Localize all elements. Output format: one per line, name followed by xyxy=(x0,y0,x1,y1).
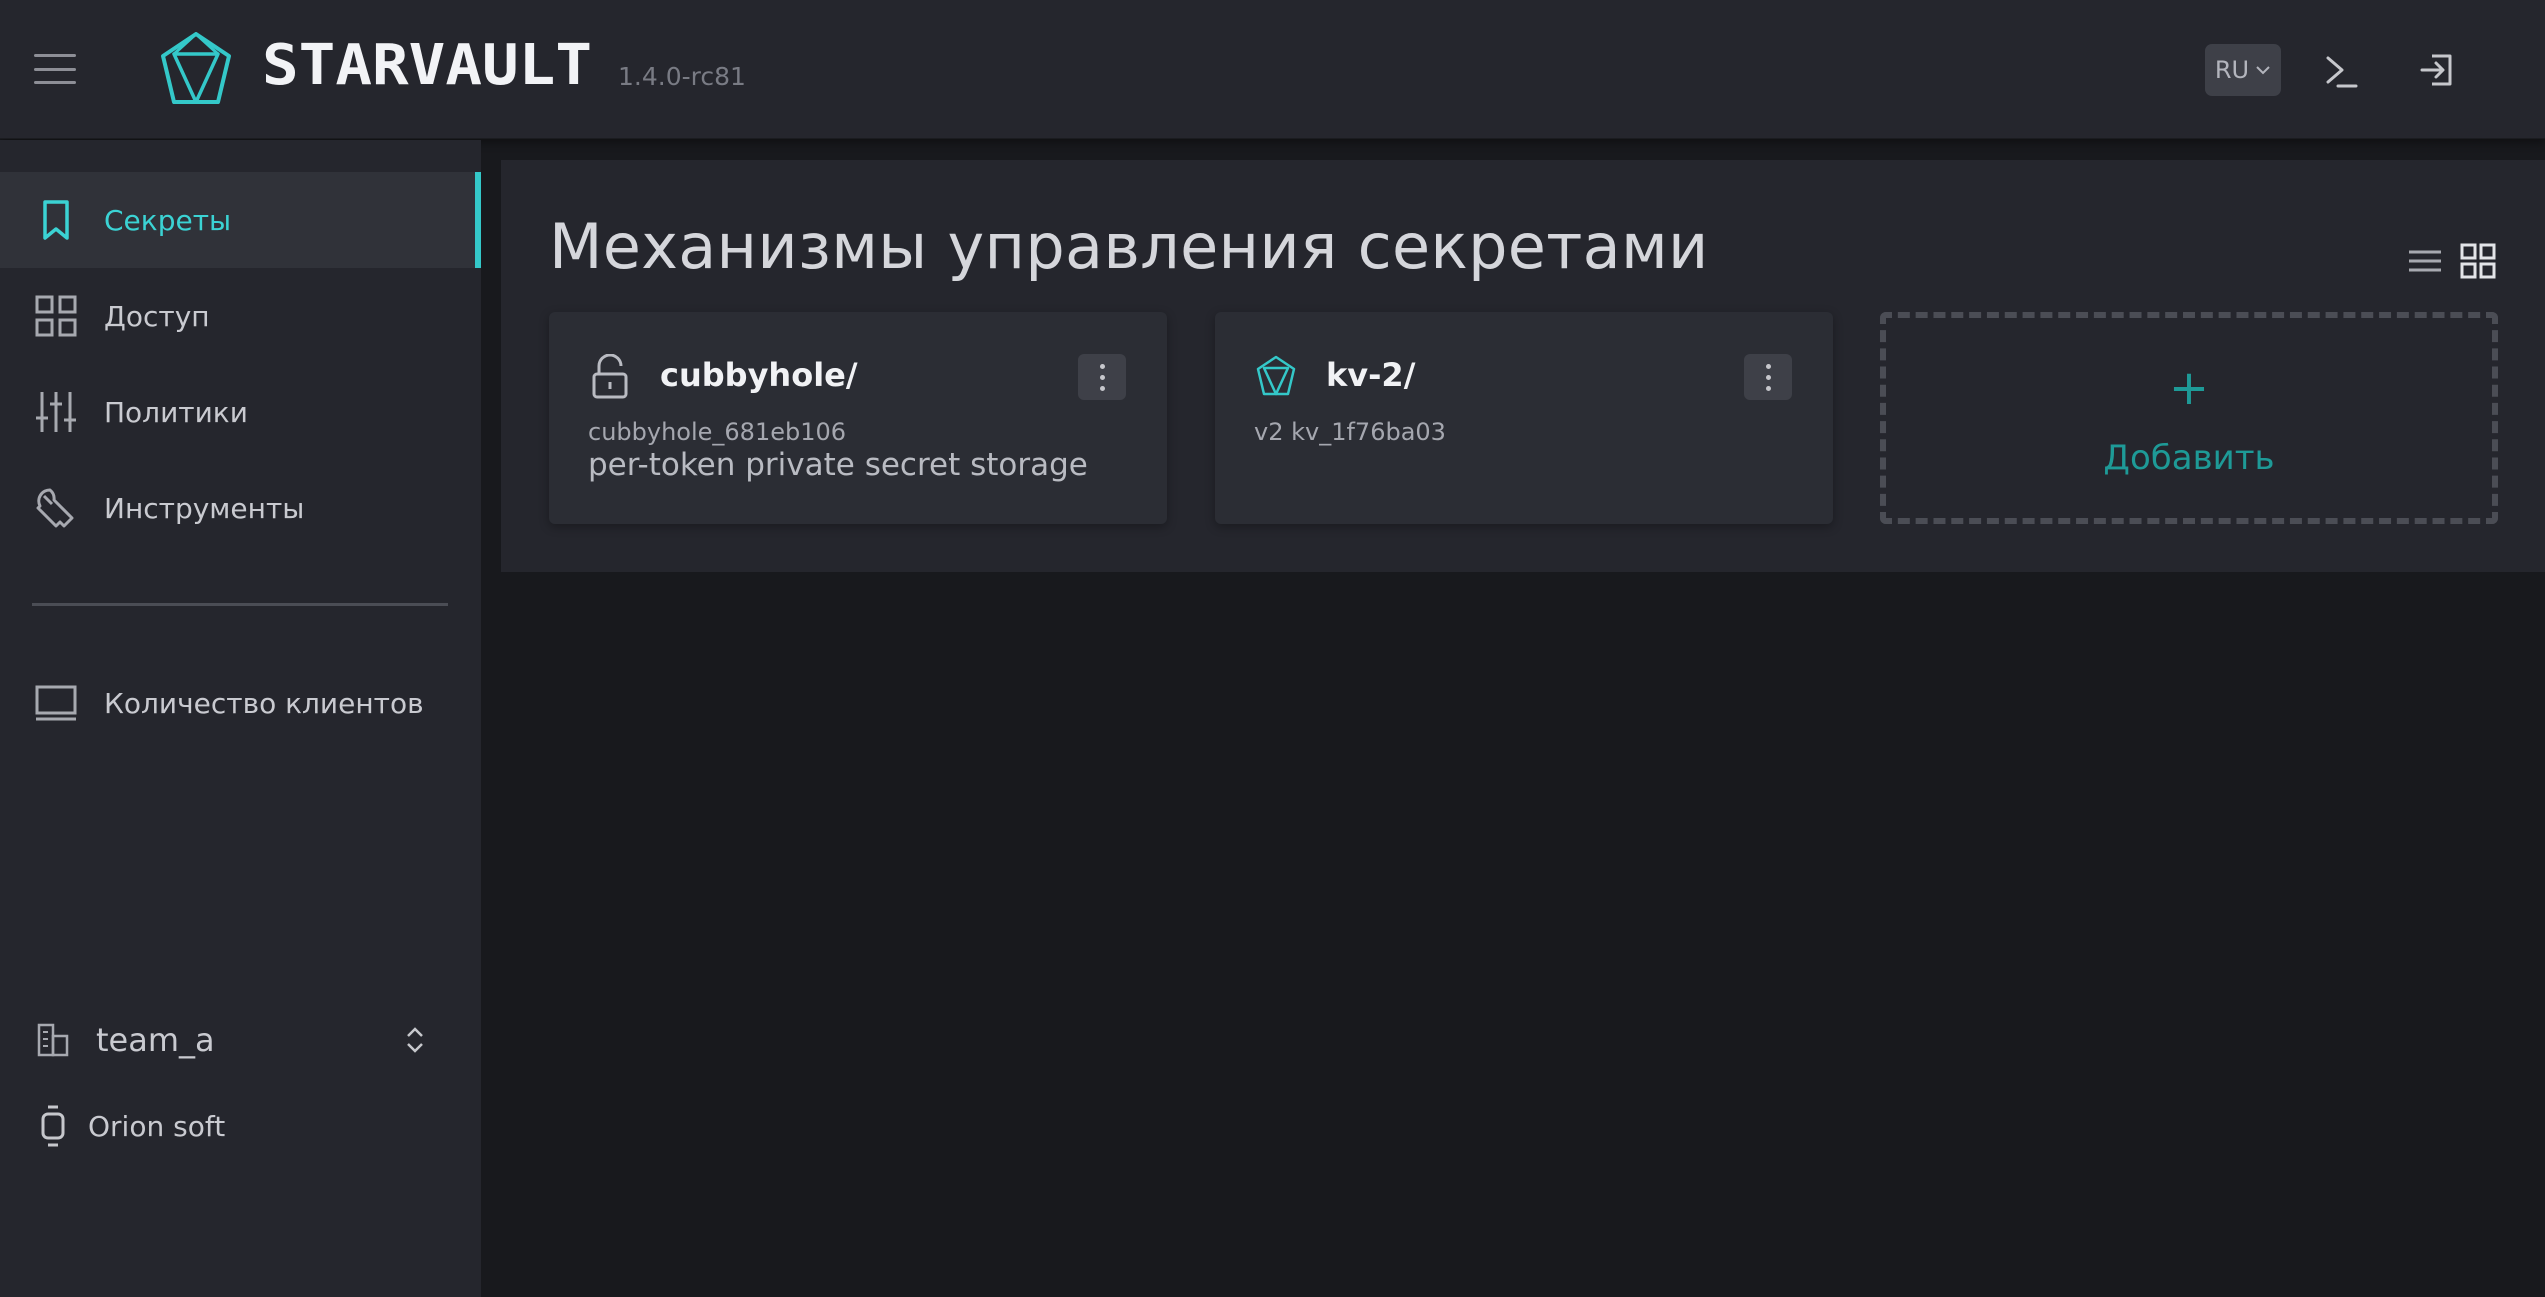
add-engine-button[interactable]: + Добавить xyxy=(1880,312,2498,524)
app-version: 1.4.0-rc81 xyxy=(618,62,746,91)
engine-name-link[interactable]: cubbyhole/ xyxy=(660,356,858,394)
tools-icon xyxy=(36,488,74,528)
grid-view-icon[interactable] xyxy=(2460,243,2496,279)
page-title: Механизмы управления секретами xyxy=(549,210,1709,283)
more-options-button[interactable] xyxy=(1078,354,1126,400)
top-header: STARVAULT 1.4.0-rc81 RU xyxy=(0,0,2545,139)
namespace-name: team_a xyxy=(96,1021,215,1059)
sidebar-item-secrets[interactable]: Секреты xyxy=(0,172,481,268)
engine-accessor: cubbyhole_681eb106 xyxy=(588,418,847,446)
starvault-logo-icon[interactable] xyxy=(160,32,232,108)
engine-accessor: v2 kv_1f76ba03 xyxy=(1254,418,1446,446)
namespace-selector[interactable]: team_a xyxy=(36,1012,436,1068)
language-select[interactable]: RU xyxy=(2205,44,2281,96)
plus-icon: + xyxy=(2168,360,2210,416)
secret-engine-card[interactable]: kv-2/ v2 kv_1f76ba03 xyxy=(1215,312,1833,524)
organization: Orion soft xyxy=(40,1102,225,1150)
sidebar-item-label: Доступ xyxy=(104,299,210,333)
chevron-down-icon xyxy=(2256,66,2270,75)
sliders-icon xyxy=(36,392,76,432)
language-value: RU xyxy=(2214,56,2250,84)
sidebar-item-label: Секреты xyxy=(104,203,232,237)
sidebar-item-access[interactable]: Доступ xyxy=(0,268,481,364)
unlock-icon xyxy=(592,354,628,399)
engine-description: per-token private secret storage xyxy=(588,447,1088,483)
menu-hamburger-icon[interactable] xyxy=(34,54,76,84)
monitor-icon xyxy=(35,685,77,721)
sidebar: Секреты Доступ Политики Инструменты Коли… xyxy=(0,140,481,1297)
sidebar-divider xyxy=(32,603,448,606)
chevron-updown-icon xyxy=(407,1027,423,1053)
console-icon[interactable] xyxy=(2322,48,2362,92)
engine-name-link[interactable]: kv-2/ xyxy=(1326,356,1415,394)
sidebar-item-label: Инструменты xyxy=(104,491,305,525)
list-view-icon[interactable] xyxy=(2407,243,2443,279)
sidebar-item-label: Политики xyxy=(104,395,248,429)
add-engine-label: Добавить xyxy=(2103,438,2275,478)
sidebar-item-tools[interactable]: Инструменты xyxy=(0,460,481,556)
sidebar-item-policies[interactable]: Политики xyxy=(0,364,481,460)
watch-icon xyxy=(41,1105,65,1147)
sidebar-item-label: Количество клиентов xyxy=(104,686,424,720)
grid-icon xyxy=(35,295,77,337)
logout-icon[interactable] xyxy=(2418,48,2458,92)
kv-logo-icon xyxy=(1256,355,1296,396)
more-options-button[interactable] xyxy=(1744,354,1792,400)
bookmark-icon xyxy=(43,200,69,240)
building-icon xyxy=(37,1023,69,1057)
brand-name: STARVAULT xyxy=(262,34,592,94)
organization-name: Orion soft xyxy=(88,1109,226,1143)
secret-engine-card[interactable]: cubbyhole/ cubbyhole_681eb106 per-token … xyxy=(549,312,1167,524)
brand-wordmark: STARVAULT xyxy=(262,34,592,94)
sidebar-item-client-count[interactable]: Количество клиентов xyxy=(0,655,481,751)
